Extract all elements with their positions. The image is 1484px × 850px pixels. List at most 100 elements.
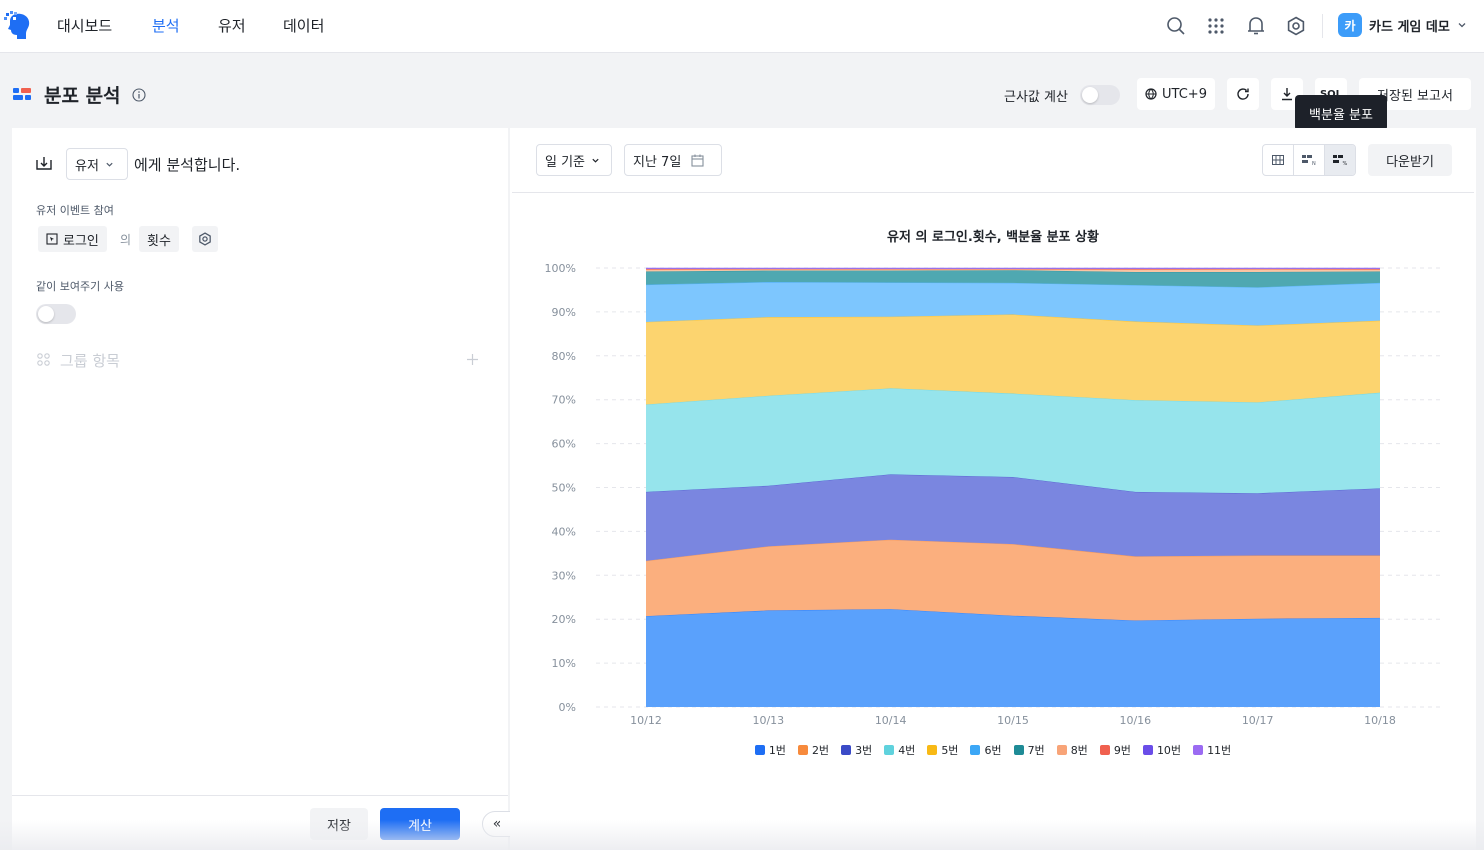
chevron-down-icon — [106, 162, 113, 167]
granularity-value: 일 기준 — [545, 154, 586, 170]
apps-grid-icon[interactable] — [1204, 14, 1228, 38]
period-compare-label: 같이 보여주기 사용 — [36, 280, 124, 293]
timezone-label: UTC+9 — [1162, 86, 1207, 102]
legend-item[interactable]: 3번 — [841, 742, 872, 758]
nav-data[interactable]: 데이터 — [283, 15, 324, 36]
svg-text:N: N — [1312, 161, 1316, 165]
saved-reports-label: 저장된 보고서 — [1377, 88, 1453, 104]
subject-suffix: 에게 분석합니다. — [134, 156, 241, 174]
save-button[interactable]: 저장 — [310, 808, 368, 840]
calculate-button[interactable]: 계산 — [380, 808, 460, 840]
legend-item[interactable]: 9번 — [1099, 742, 1131, 758]
refresh-button[interactable] — [1227, 78, 1259, 110]
approx-calc-label: 근사값 계산 — [1004, 90, 1068, 105]
legend-label: 6번 — [984, 744, 1002, 757]
legend-label: 8번 — [1070, 744, 1088, 757]
legend-item[interactable]: 2번 — [797, 742, 829, 758]
nav-divider — [1322, 14, 1323, 38]
legend-swatch — [797, 745, 808, 755]
legend-swatch — [1099, 745, 1110, 755]
search-icon[interactable] — [1164, 14, 1188, 38]
granularity-select[interactable]: 일 기준 — [536, 144, 612, 176]
collapse-panel-button[interactable]: « — [482, 811, 512, 837]
legend-item[interactable]: 5번 — [927, 742, 958, 758]
table-view-button[interactable] — [1263, 145, 1294, 175]
legend-label: 10번 — [1156, 744, 1182, 757]
legend-item[interactable]: 8번 — [1056, 742, 1088, 758]
percent-chart-icon: % — [1333, 155, 1347, 165]
legend-item[interactable]: 7번 — [1013, 742, 1045, 758]
event-section-label: 유저 이벤트 참여 — [36, 204, 114, 217]
legend-swatch — [927, 745, 938, 755]
nav-users[interactable]: 유저 — [218, 15, 246, 36]
date-range-picker[interactable]: 지난 7일 — [624, 144, 722, 176]
subject-icon — [36, 157, 52, 170]
number-distribution-button[interactable]: N — [1294, 145, 1325, 175]
x-tick-label: 10/12 — [630, 714, 662, 727]
legend-swatch — [754, 745, 765, 755]
subject-select-value: 유저 — [75, 158, 99, 174]
legend-item[interactable]: 6번 — [970, 742, 1002, 758]
x-tick-label: 10/17 — [1242, 714, 1274, 727]
legend-label: 11번 — [1207, 744, 1232, 757]
group-icon — [37, 353, 50, 366]
gear-icon — [199, 232, 211, 246]
group-items-label: 그룹 항목 — [60, 352, 120, 370]
calendar-icon — [691, 154, 704, 167]
legend-swatch — [1193, 745, 1204, 755]
event-chip[interactable]: 로그인 — [38, 226, 107, 252]
org-name: 카드 게임 데모 — [1369, 19, 1450, 35]
legend-item[interactable]: 11번 — [1193, 742, 1231, 758]
legend-item[interactable]: 1번 — [754, 742, 786, 758]
stacked-percent-area-chart: 0% 10% 20% 30% 40% 50% 60% 70% 80% 90% 100% 10/12 10… — [545, 262, 1444, 727]
y-tick-label: 50% — [552, 482, 576, 495]
result-panel: 일 기준 지난 7일 N % 다운받기 유저 의 로그인.횟수, 백분율 분포 … — [510, 128, 1476, 850]
percent-distribution-button[interactable]: % — [1325, 145, 1355, 175]
y-tick-label: 100% — [545, 262, 576, 275]
event-icon — [46, 233, 58, 245]
legend-label: 9번 — [1113, 744, 1131, 757]
chart-title: 유저 의 로그인.횟수, 백분율 분포 상황 — [887, 230, 1099, 245]
metric-name: 횟수 — [147, 233, 171, 249]
area-series-1[interactable] — [646, 609, 1380, 707]
nav-dashboard[interactable]: 대시보드 — [57, 15, 112, 36]
org-switcher[interactable]: 카 카드 게임 데모 — [1338, 13, 1467, 37]
metric-chip[interactable]: 횟수 — [139, 226, 179, 252]
download-button[interactable]: 다운받기 — [1368, 144, 1452, 176]
legend-label: 1번 — [768, 744, 786, 757]
legend-swatch — [1056, 745, 1067, 755]
x-tick-label: 10/15 — [997, 714, 1029, 727]
legend-item[interactable]: 10번 — [1142, 742, 1182, 758]
legend-item[interactable]: 4번 — [884, 742, 915, 758]
chevron-down-icon — [1458, 23, 1466, 28]
view-mode-group: N % — [1262, 144, 1356, 176]
logo-icon[interactable] — [4, 11, 32, 41]
percent-distribution-tooltip: 백분율 분포 — [1295, 95, 1387, 137]
add-group-icon[interactable] — [466, 353, 479, 366]
approx-calc-toggle[interactable] — [1080, 85, 1120, 105]
x-tick-label: 10/13 — [752, 714, 784, 727]
number-chart-icon: N — [1302, 155, 1316, 165]
event-settings-button[interactable] — [192, 226, 218, 252]
date-range-value: 지난 7일 — [633, 154, 682, 170]
area-series-5[interactable] — [646, 314, 1380, 405]
y-tick-label: 40% — [552, 525, 576, 538]
bell-icon[interactable] — [1244, 14, 1268, 38]
nav-analysis[interactable]: 분석 — [152, 15, 180, 36]
subject-select[interactable]: 유저 — [66, 148, 128, 180]
table-icon — [1272, 155, 1284, 165]
refresh-icon — [1237, 88, 1249, 100]
period-compare-toggle[interactable] — [36, 304, 76, 324]
info-icon[interactable] — [132, 88, 146, 102]
gear-icon[interactable] — [1284, 14, 1308, 38]
svg-text:%: % — [1343, 161, 1348, 165]
y-tick-label: 90% — [552, 306, 576, 319]
download-icon — [1282, 88, 1292, 101]
chevron-down-icon — [592, 158, 599, 163]
timezone-button[interactable]: UTC+9 — [1137, 78, 1215, 110]
legend-swatch — [841, 745, 852, 755]
y-tick-label: 20% — [552, 613, 576, 626]
legend-label: 7번 — [1027, 744, 1045, 757]
page-title: 분포 분석 — [44, 85, 121, 107]
event-of-label: 의 — [120, 233, 132, 247]
